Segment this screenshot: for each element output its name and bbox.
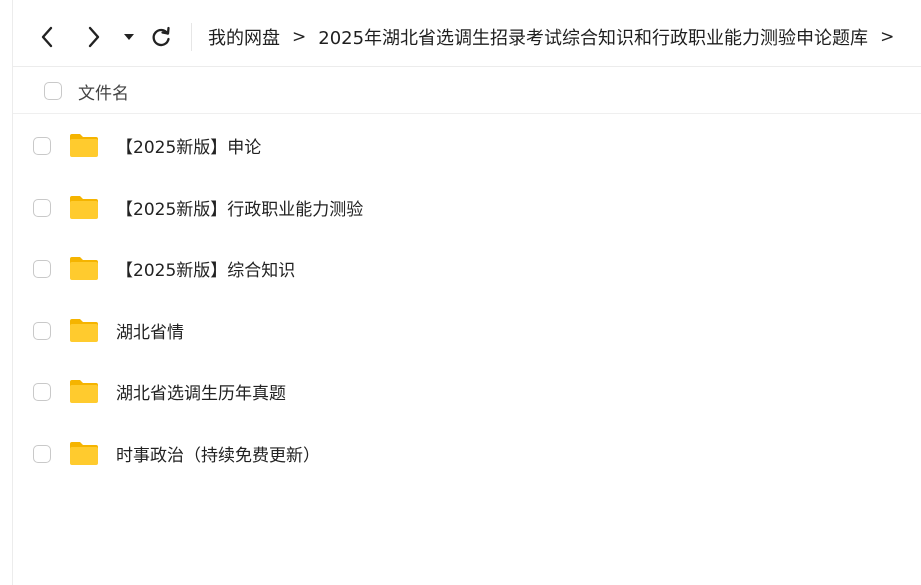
folder-icon <box>70 196 98 219</box>
row-checkbox[interactable] <box>33 445 51 463</box>
refresh-button[interactable] <box>147 22 175 52</box>
folder-icon <box>70 442 98 465</box>
name-column-header[interactable]: 文件名 <box>78 79 129 104</box>
chevron-left-icon <box>41 26 53 48</box>
history-dropdown-button[interactable] <box>119 22 139 52</box>
folder-icon <box>70 380 98 403</box>
list-item[interactable]: 湖北省情 <box>13 300 921 360</box>
file-name[interactable]: 【2025新版】行政职业能力测验 <box>116 195 363 220</box>
toolbar-divider <box>191 23 192 51</box>
file-name[interactable]: 时事政治（持续免费更新） <box>116 441 320 466</box>
forward-button[interactable] <box>80 22 108 52</box>
row-checkbox[interactable] <box>33 383 51 401</box>
file-browser-panel: 我的网盘 > 2025年湖北省选调生招录考试综合知识和行政职业能力测验申论题库 … <box>12 0 921 585</box>
file-name[interactable]: 湖北省选调生历年真题 <box>116 379 286 404</box>
breadcrumb-item-current[interactable]: 2025年湖北省选调生招录考试综合知识和行政职业能力测验申论题库 <box>318 24 868 50</box>
refresh-icon <box>152 26 170 47</box>
list-item[interactable]: 【2025新版】行政职业能力测验 <box>13 177 921 237</box>
file-name[interactable]: 【2025新版】申论 <box>116 133 261 158</box>
breadcrumb-separator: > <box>292 27 307 47</box>
navigation-bar: 我的网盘 > 2025年湖北省选调生招录考试综合知识和行政职业能力测验申论题库 … <box>13 8 921 67</box>
chevron-right-icon <box>88 26 100 48</box>
file-name[interactable]: 【2025新版】综合知识 <box>116 256 295 281</box>
list-item[interactable]: 时事政治（持续免费更新） <box>13 423 921 483</box>
row-checkbox[interactable] <box>33 137 51 155</box>
list-item[interactable]: 湖北省选调生历年真题 <box>13 361 921 421</box>
list-item[interactable]: 【2025新版】综合知识 <box>13 238 921 298</box>
breadcrumb: 我的网盘 > 2025年湖北省选调生招录考试综合知识和行政职业能力测验申论题库 … <box>208 22 906 52</box>
row-checkbox[interactable] <box>33 260 51 278</box>
folder-icon <box>70 319 98 342</box>
breadcrumb-item-root[interactable]: 我的网盘 <box>208 24 280 50</box>
row-checkbox[interactable] <box>33 199 51 217</box>
folder-icon <box>70 134 98 157</box>
row-checkbox[interactable] <box>33 322 51 340</box>
back-button[interactable] <box>33 22 61 52</box>
select-all-checkbox[interactable] <box>44 82 62 100</box>
folder-icon <box>70 257 98 280</box>
list-item[interactable]: 【2025新版】申论 <box>13 115 921 175</box>
file-name[interactable]: 湖北省情 <box>116 318 184 343</box>
list-header: 文件名 <box>13 67 921 114</box>
breadcrumb-more-button[interactable]: > <box>880 27 894 47</box>
triangle-down-icon <box>124 34 134 40</box>
